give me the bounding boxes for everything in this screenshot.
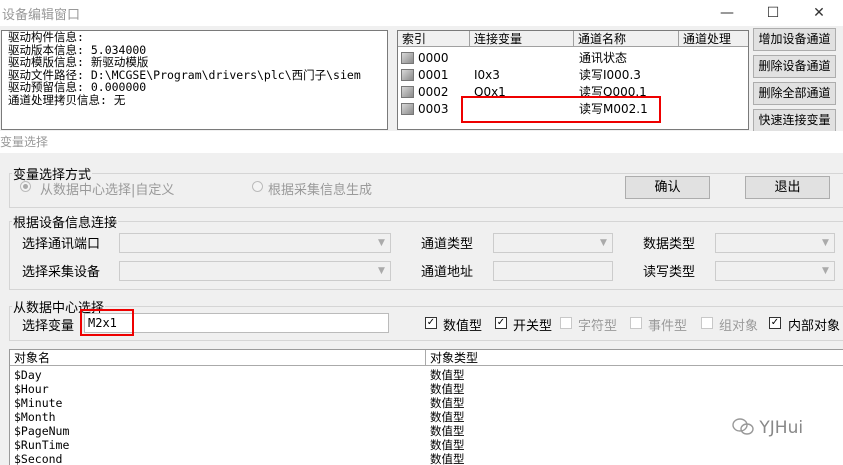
list-item[interactable]: $RunTime 数值型 bbox=[10, 438, 843, 452]
highlight-box-channel-row bbox=[461, 96, 661, 123]
object-name: $Hour bbox=[14, 382, 49, 396]
delete-all-channels-button[interactable]: 删除全部通道 bbox=[753, 82, 836, 105]
list-item[interactable]: $Second 数值型 bbox=[10, 452, 843, 465]
column-header-channel-name[interactable]: 通道名称 bbox=[574, 31, 679, 47]
object-type: 数值型 bbox=[430, 410, 465, 424]
list-item[interactable]: $Hour 数值型 bbox=[10, 382, 843, 396]
list-item[interactable]: $PageNum 数值型 bbox=[10, 424, 843, 438]
channel-var: I0x3 bbox=[474, 68, 500, 82]
rw-type-combo[interactable]: ▼ bbox=[715, 261, 835, 281]
watermark-text: YJHui bbox=[759, 418, 804, 438]
channel-addr-field[interactable] bbox=[493, 261, 613, 281]
object-name: $Minute bbox=[14, 396, 63, 410]
port-label: 选择通讯端口 bbox=[22, 237, 101, 252]
exit-button[interactable]: 退出 bbox=[745, 176, 830, 199]
radio-data-center-label: 从数据中心选择|自定义 bbox=[40, 183, 175, 198]
table-row[interactable]: 0001 I0x3 读写I000.3 bbox=[398, 67, 748, 84]
select-var-label: 选择变量 bbox=[22, 319, 75, 334]
object-type: 数值型 bbox=[430, 368, 465, 382]
object-list[interactable]: 对象名 对象类型 $Day 数值型 $Hour 数值型 $Minute 数值型 … bbox=[9, 349, 843, 465]
minimize-button[interactable]: — bbox=[704, 0, 750, 26]
object-name: $PageNum bbox=[14, 424, 70, 438]
list-item[interactable]: $Minute 数值型 bbox=[10, 396, 843, 410]
port-combo[interactable]: ▼ bbox=[119, 233, 391, 253]
channel-icon bbox=[401, 69, 414, 81]
object-type: 数值型 bbox=[430, 396, 465, 410]
checkbox-numeric[interactable]: ✓ bbox=[425, 317, 437, 329]
channel-type-label: 通道类型 bbox=[421, 237, 474, 252]
chevron-down-icon: ▼ bbox=[600, 238, 607, 248]
highlight-box-select-var bbox=[80, 309, 134, 336]
checkbox-event[interactable] bbox=[630, 317, 642, 329]
radio-data-center[interactable] bbox=[20, 181, 31, 192]
chevron-down-icon: ▼ bbox=[378, 266, 385, 276]
table-row[interactable]: 0000 通讯状态 bbox=[398, 50, 748, 67]
object-name: $Month bbox=[14, 410, 56, 424]
quick-connect-var-button[interactable]: 快速连接变量 bbox=[753, 109, 836, 132]
chevron-down-icon: ▼ bbox=[822, 266, 829, 276]
checkbox-internal-object[interactable]: ✓ bbox=[769, 317, 781, 329]
confirm-button[interactable]: 确认 bbox=[625, 176, 710, 199]
channel-addr-label: 通道地址 bbox=[421, 265, 474, 280]
list-item[interactable]: $Day 数值型 bbox=[10, 368, 843, 382]
object-name: $RunTime bbox=[14, 438, 70, 452]
column-header-channel-proc[interactable]: 通道处理 bbox=[679, 31, 748, 47]
checkbox-numeric-label: 数值型 bbox=[443, 319, 483, 334]
chat-icon bbox=[732, 418, 754, 435]
object-type: 数值型 bbox=[430, 452, 465, 465]
checkbox-switch[interactable]: ✓ bbox=[495, 317, 507, 329]
object-type: 数值型 bbox=[430, 424, 465, 438]
device-combo[interactable]: ▼ bbox=[119, 261, 391, 281]
checkbox-string-label: 字符型 bbox=[578, 319, 618, 334]
checkbox-group-object-label: 组对象 bbox=[719, 319, 759, 334]
checkbox-group-object[interactable] bbox=[701, 317, 713, 329]
column-header-index[interactable]: 索引 bbox=[398, 31, 470, 47]
object-type: 数值型 bbox=[430, 382, 465, 396]
channel-type-combo[interactable]: ▼ bbox=[493, 233, 613, 253]
channel-icon bbox=[401, 103, 414, 115]
driver-info-line: 驱动模版信息: 新驱动模版 bbox=[8, 55, 149, 70]
device-info-legend: 根据设备信息连接 bbox=[13, 216, 118, 231]
device-label: 选择采集设备 bbox=[22, 265, 101, 280]
device-edit-titlebar: 设备编辑窗口 — ☐ ✕ bbox=[0, 0, 843, 26]
rw-type-label: 读写类型 bbox=[643, 265, 696, 280]
channel-index: 0003 bbox=[418, 102, 449, 116]
var-select-title: 变量选择 bbox=[0, 135, 49, 149]
driver-info-line: 通道处理拷贝信息: 无 bbox=[8, 92, 126, 107]
object-type: 数值型 bbox=[430, 438, 465, 452]
data-type-combo[interactable]: ▼ bbox=[715, 233, 835, 253]
var-select-titlebar: 变量选择 bbox=[0, 131, 843, 153]
column-header-object-name[interactable]: 对象名 bbox=[10, 350, 426, 366]
watermark: YJHui bbox=[732, 418, 803, 438]
channel-icon bbox=[401, 52, 414, 64]
channel-index: 0000 bbox=[418, 51, 449, 65]
column-header-connect-var[interactable]: 连接变量 bbox=[470, 31, 574, 47]
list-item[interactable]: $Month 数值型 bbox=[10, 410, 843, 424]
close-button[interactable]: ✕ bbox=[796, 0, 842, 26]
object-name: $Day bbox=[14, 368, 42, 382]
channel-index: 0001 bbox=[418, 68, 449, 82]
channel-name: 读写I000.3 bbox=[579, 68, 641, 82]
checkbox-internal-object-label: 内部对象 bbox=[788, 319, 841, 334]
delete-channel-button[interactable]: 删除设备通道 bbox=[753, 55, 836, 78]
object-name: $Second bbox=[14, 452, 63, 465]
channel-index: 0002 bbox=[418, 85, 449, 99]
add-channel-button[interactable]: 增加设备通道 bbox=[753, 28, 836, 51]
radio-collect-info-label: 根据采集信息生成 bbox=[268, 183, 373, 198]
channel-name: 通讯状态 bbox=[579, 51, 628, 65]
chevron-down-icon: ▼ bbox=[378, 238, 385, 248]
driver-info-panel: 驱动构件信息: 驱动版本信息: 5.034000 驱动模版信息: 新驱动模版 驱… bbox=[1, 30, 388, 130]
chevron-down-icon: ▼ bbox=[822, 238, 829, 248]
maximize-button[interactable]: ☐ bbox=[750, 0, 796, 26]
column-header-object-type[interactable]: 对象类型 bbox=[426, 350, 843, 366]
checkbox-string[interactable] bbox=[560, 317, 572, 329]
device-edit-title: 设备编辑窗口 bbox=[2, 8, 81, 23]
checkbox-event-label: 事件型 bbox=[648, 319, 688, 334]
checkbox-switch-label: 开关型 bbox=[513, 319, 553, 334]
radio-collect-info[interactable] bbox=[252, 181, 263, 192]
driver-info-line: 驱动构件信息: bbox=[8, 30, 84, 44]
data-type-label: 数据类型 bbox=[643, 237, 696, 252]
channel-icon bbox=[401, 86, 414, 98]
